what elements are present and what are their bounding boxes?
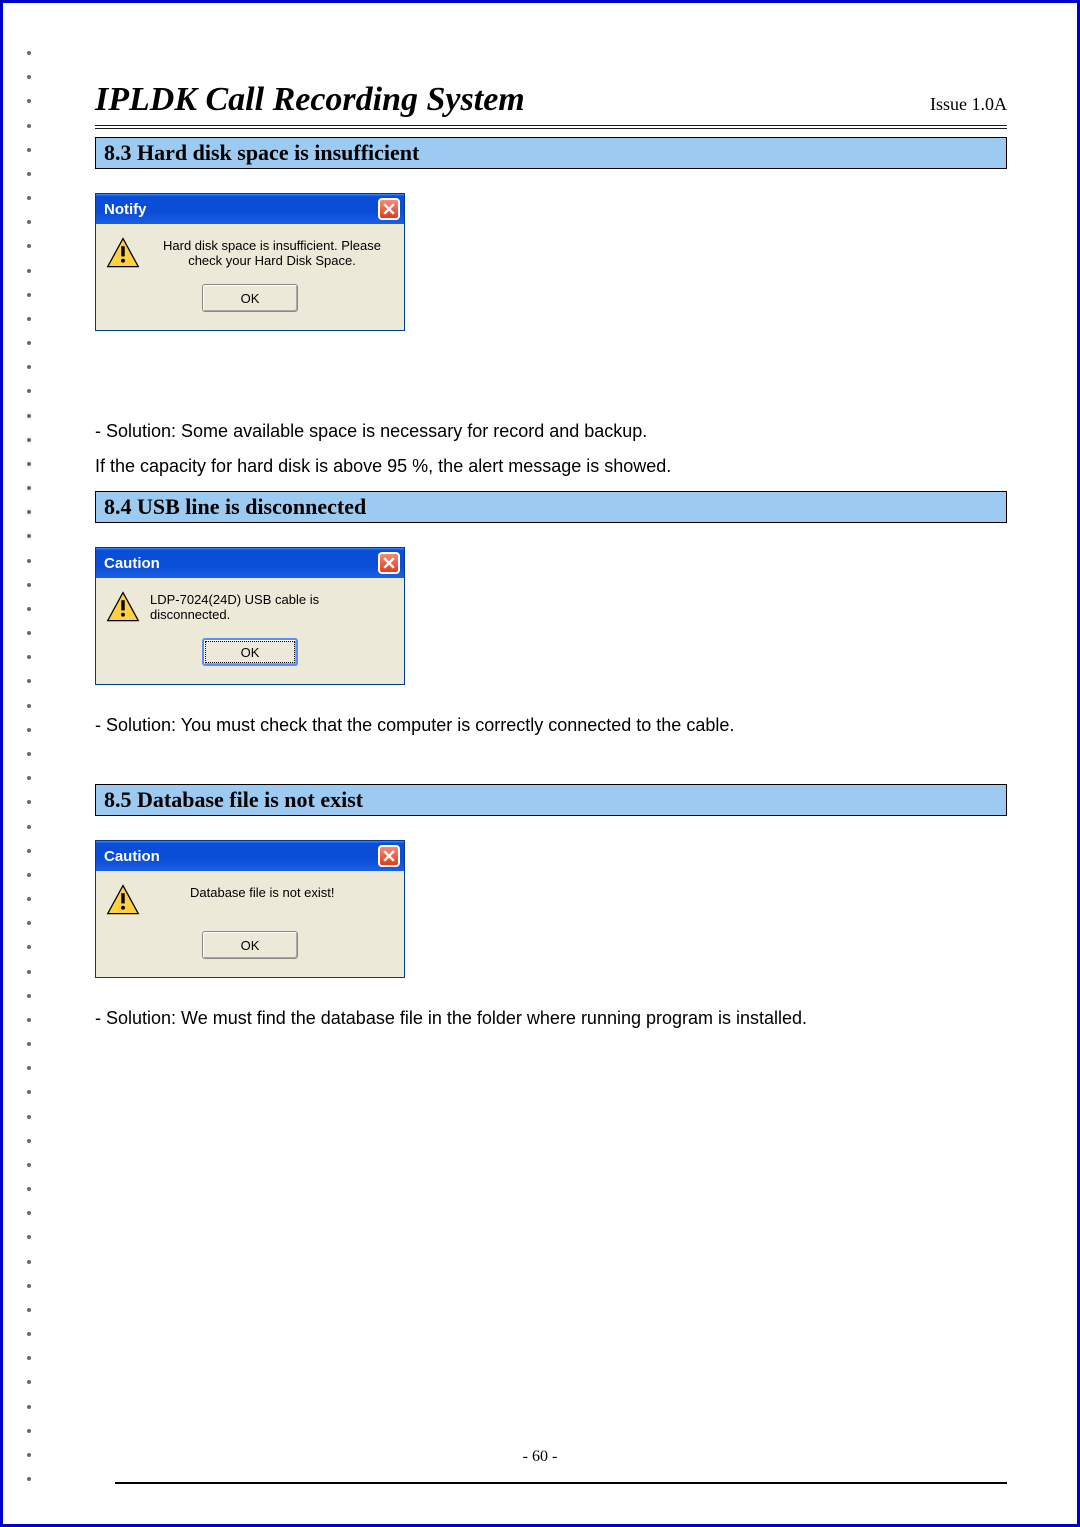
- ok-button[interactable]: OK: [202, 284, 298, 312]
- dialog-message: LDP-7024(24D) USB cable is disconnected.: [150, 590, 394, 622]
- note-text-8-3: If the capacity for hard disk is above 9…: [95, 456, 1007, 477]
- dialog-message: Database file is not exist!: [150, 883, 394, 900]
- warning-icon: [106, 590, 140, 624]
- dialog-caution-db: Caution Database file is not exist! OK: [95, 840, 405, 978]
- dialog-caution-usb: Caution LDP-7024(24D) USB cable is disco…: [95, 547, 405, 685]
- section-heading-8-3: 8.3 Hard disk space is insufficient: [95, 137, 1007, 169]
- close-icon: [383, 557, 395, 569]
- dialog-title-text: Caution: [104, 848, 160, 865]
- section-heading-8-5: 8.5 Database file is not exist: [95, 784, 1007, 816]
- close-button[interactable]: [378, 552, 400, 574]
- close-button[interactable]: [378, 198, 400, 220]
- page-number: - 60 -: [3, 1448, 1077, 1466]
- warning-icon: [106, 883, 140, 917]
- document-title: IPLDK Call Recording System: [95, 81, 525, 119]
- solution-text-8-5: - Solution: We must find the database fi…: [95, 1008, 1007, 1029]
- section-heading-8-4: 8.4 USB line is disconnected: [95, 491, 1007, 523]
- dialog-titlebar: Caution: [96, 548, 404, 578]
- spiral-binding-dots: [27, 51, 33, 1482]
- document-issue: Issue 1.0A: [930, 94, 1007, 115]
- close-icon: [383, 850, 395, 862]
- dialog-title-text: Caution: [104, 555, 160, 572]
- warning-icon: [106, 236, 140, 270]
- solution-text-8-4: - Solution: You must check that the comp…: [95, 715, 1007, 736]
- dialog-title-text: Notify: [104, 201, 147, 218]
- close-icon: [383, 203, 395, 215]
- ok-button[interactable]: OK: [202, 931, 298, 959]
- dialog-message: Hard disk space is insufficient. Please …: [150, 236, 394, 268]
- ok-button[interactable]: OK: [202, 638, 298, 666]
- dialog-titlebar: Notify: [96, 194, 404, 224]
- dialog-notify: Notify Hard disk space is insufficient. …: [95, 193, 405, 331]
- solution-text-8-3: - Solution: Some available space is nece…: [95, 421, 1007, 442]
- dialog-titlebar: Caution: [96, 841, 404, 871]
- document-header: IPLDK Call Recording System Issue 1.0A: [95, 81, 1007, 129]
- footer-rule: [115, 1482, 1007, 1484]
- close-button[interactable]: [378, 845, 400, 867]
